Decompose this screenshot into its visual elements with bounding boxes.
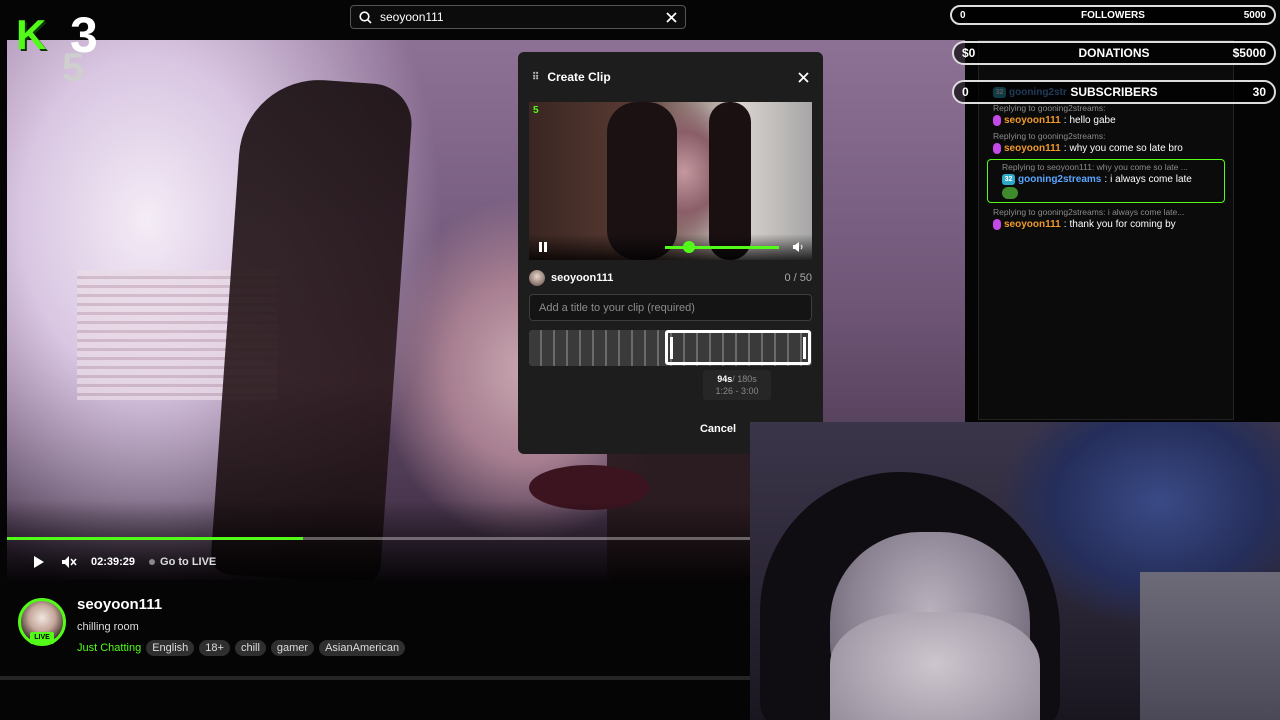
chat-username[interactable]: seoyoon111 — [1004, 219, 1061, 230]
preview-logo: 5 — [533, 105, 539, 116]
chat-text: why you come so late bro — [1069, 143, 1183, 154]
player-controls: 02:39:29 Go to LIVE — [7, 550, 216, 574]
stream-page: 02:39:29 Go to LIVE K 3 5 seoyoon111 32 … — [0, 0, 1280, 720]
followers-bar: 0 FOLLOWERS 5000 — [950, 5, 1276, 25]
logo-k: K — [16, 11, 47, 58]
volume-icon[interactable] — [792, 240, 804, 254]
title-char-count: 0 / 50 — [784, 272, 812, 284]
category-link[interactable]: Just Chatting — [77, 642, 141, 654]
chat-text: hello gabe — [1069, 115, 1116, 126]
chat-text: thank you for coming by — [1069, 219, 1176, 230]
chat-reply-context: Replying to gooning2streams: — [993, 131, 1106, 141]
search-input[interactable]: seoyoon111 — [380, 10, 658, 24]
clip-preview[interactable]: 5 — [529, 102, 812, 260]
followers-label: FOLLOWERS — [1081, 9, 1145, 21]
go-live-label: Go to LIVE — [160, 556, 217, 568]
close-icon[interactable] — [798, 71, 809, 83]
followers-goal: 5000 — [1243, 9, 1266, 21]
avatar — [529, 270, 545, 286]
go-live-button[interactable]: Go to LIVE — [149, 556, 216, 568]
divider — [0, 676, 750, 680]
clip-duration-tooltip: 94s/ 180s 1:26 - 3:00 — [703, 370, 771, 400]
clip-title-input[interactable] — [529, 294, 812, 321]
live-badge: LIVE — [30, 632, 54, 644]
search-icon — [359, 10, 372, 24]
broadcaster-badge-icon — [993, 143, 1001, 154]
pause-icon[interactable] — [537, 240, 549, 254]
donations-bar: $0 DONATIONS $5000 — [952, 41, 1276, 65]
stream-info: LIVE seoyoon111 chilling room Just Chatt… — [0, 586, 748, 678]
tag-chip[interactable]: gamer — [270, 640, 315, 656]
seek-bar[interactable] — [7, 537, 752, 540]
subscribers-current: 0 — [962, 85, 969, 99]
broadcaster-badge-icon — [993, 115, 1001, 126]
player-time: 02:39:29 — [91, 556, 136, 568]
subscribers-goal: 30 — [1252, 85, 1266, 99]
webcam-overlay — [750, 422, 1280, 720]
logo-5: 5 — [62, 46, 85, 90]
donations-label: DONATIONS — [1078, 46, 1150, 60]
chat-reply-context: Replying to gooning2streams: — [993, 103, 1106, 113]
clip-duration: 94s — [717, 374, 733, 384]
followers-current: 0 — [960, 9, 966, 21]
chat-username[interactable]: seoyoon111 — [1004, 115, 1061, 126]
tag-chip[interactable]: chill — [234, 640, 266, 656]
webcam-background-shelf — [1140, 572, 1280, 720]
broadcaster-badge-icon — [993, 219, 1001, 230]
chat-message: Replying to gooning2streams: seoyoon111:… — [979, 129, 1233, 157]
donations-current: $0 — [962, 46, 976, 60]
search-bar[interactable]: seoyoon111 — [350, 5, 686, 29]
stream-title: chilling room — [77, 621, 139, 633]
frog-emote-icon — [1002, 187, 1018, 199]
create-clip-modal: ⠿ Create Clip 5 seoyoon111 0 / 50 94s/ 1… — [518, 52, 823, 454]
chat-message-highlighted: Replying to seoyoon111: why you come so … — [987, 159, 1225, 203]
clip-range-selector[interactable] — [665, 330, 811, 365]
modal-title: Create Clip — [547, 70, 611, 84]
clip-channel-row: seoyoon111 0 / 50 — [529, 270, 812, 286]
chat-text: i always come late — [1110, 174, 1192, 185]
donations-goal: $5000 — [1232, 46, 1266, 60]
tag-chip[interactable]: AsianAmerican — [319, 640, 406, 656]
chat-username[interactable]: seoyoon111 — [1004, 143, 1061, 154]
tag-chip[interactable]: English — [146, 640, 195, 656]
chat-reply-context: Replying to seoyoon111: why you come so … — [1002, 162, 1188, 172]
clear-search-icon[interactable] — [666, 11, 677, 23]
preview-volume-knob[interactable] — [683, 241, 695, 253]
chat-username[interactable]: gooning2streams — [1018, 174, 1101, 185]
play-icon[interactable] — [31, 554, 47, 570]
live-dot-icon — [149, 559, 156, 565]
channel-name[interactable]: seoyoon111 — [77, 596, 162, 613]
chat-reply-context: Replying to gooning2streams: i always co… — [993, 207, 1185, 217]
chat-message: Replying to gooning2streams: i always co… — [979, 205, 1233, 233]
modal-header[interactable]: ⠿ Create Clip — [518, 52, 823, 102]
clip-channel-name: seoyoon111 — [551, 272, 614, 284]
clip-range: 1:26 - 3:00 — [715, 386, 759, 396]
webcam-figure-hand — [830, 612, 1040, 720]
subscriber-badge-icon: 32 — [1002, 174, 1015, 185]
clip-duration-max: / 180s — [732, 374, 757, 384]
cancel-button[interactable]: Cancel — [694, 418, 742, 440]
subscribers-label: SUBSCRIBERS — [1070, 85, 1158, 99]
range-start-handle[interactable] — [670, 337, 673, 359]
range-end-handle[interactable] — [803, 337, 806, 359]
mute-icon[interactable] — [61, 554, 77, 570]
chat-message: Replying to gooning2streams: seoyoon111:… — [979, 101, 1233, 129]
seek-bar-progress — [7, 537, 303, 540]
subscribers-bar: 0 SUBSCRIBERS 30 — [952, 80, 1276, 104]
drag-handle-icon[interactable]: ⠿ — [532, 72, 539, 83]
tag-chip[interactable]: 18+ — [199, 640, 230, 656]
stream-logo: K 3 5 — [12, 8, 112, 88]
stream-tags: Just Chatting English 18+ chill gamer As… — [77, 640, 406, 656]
